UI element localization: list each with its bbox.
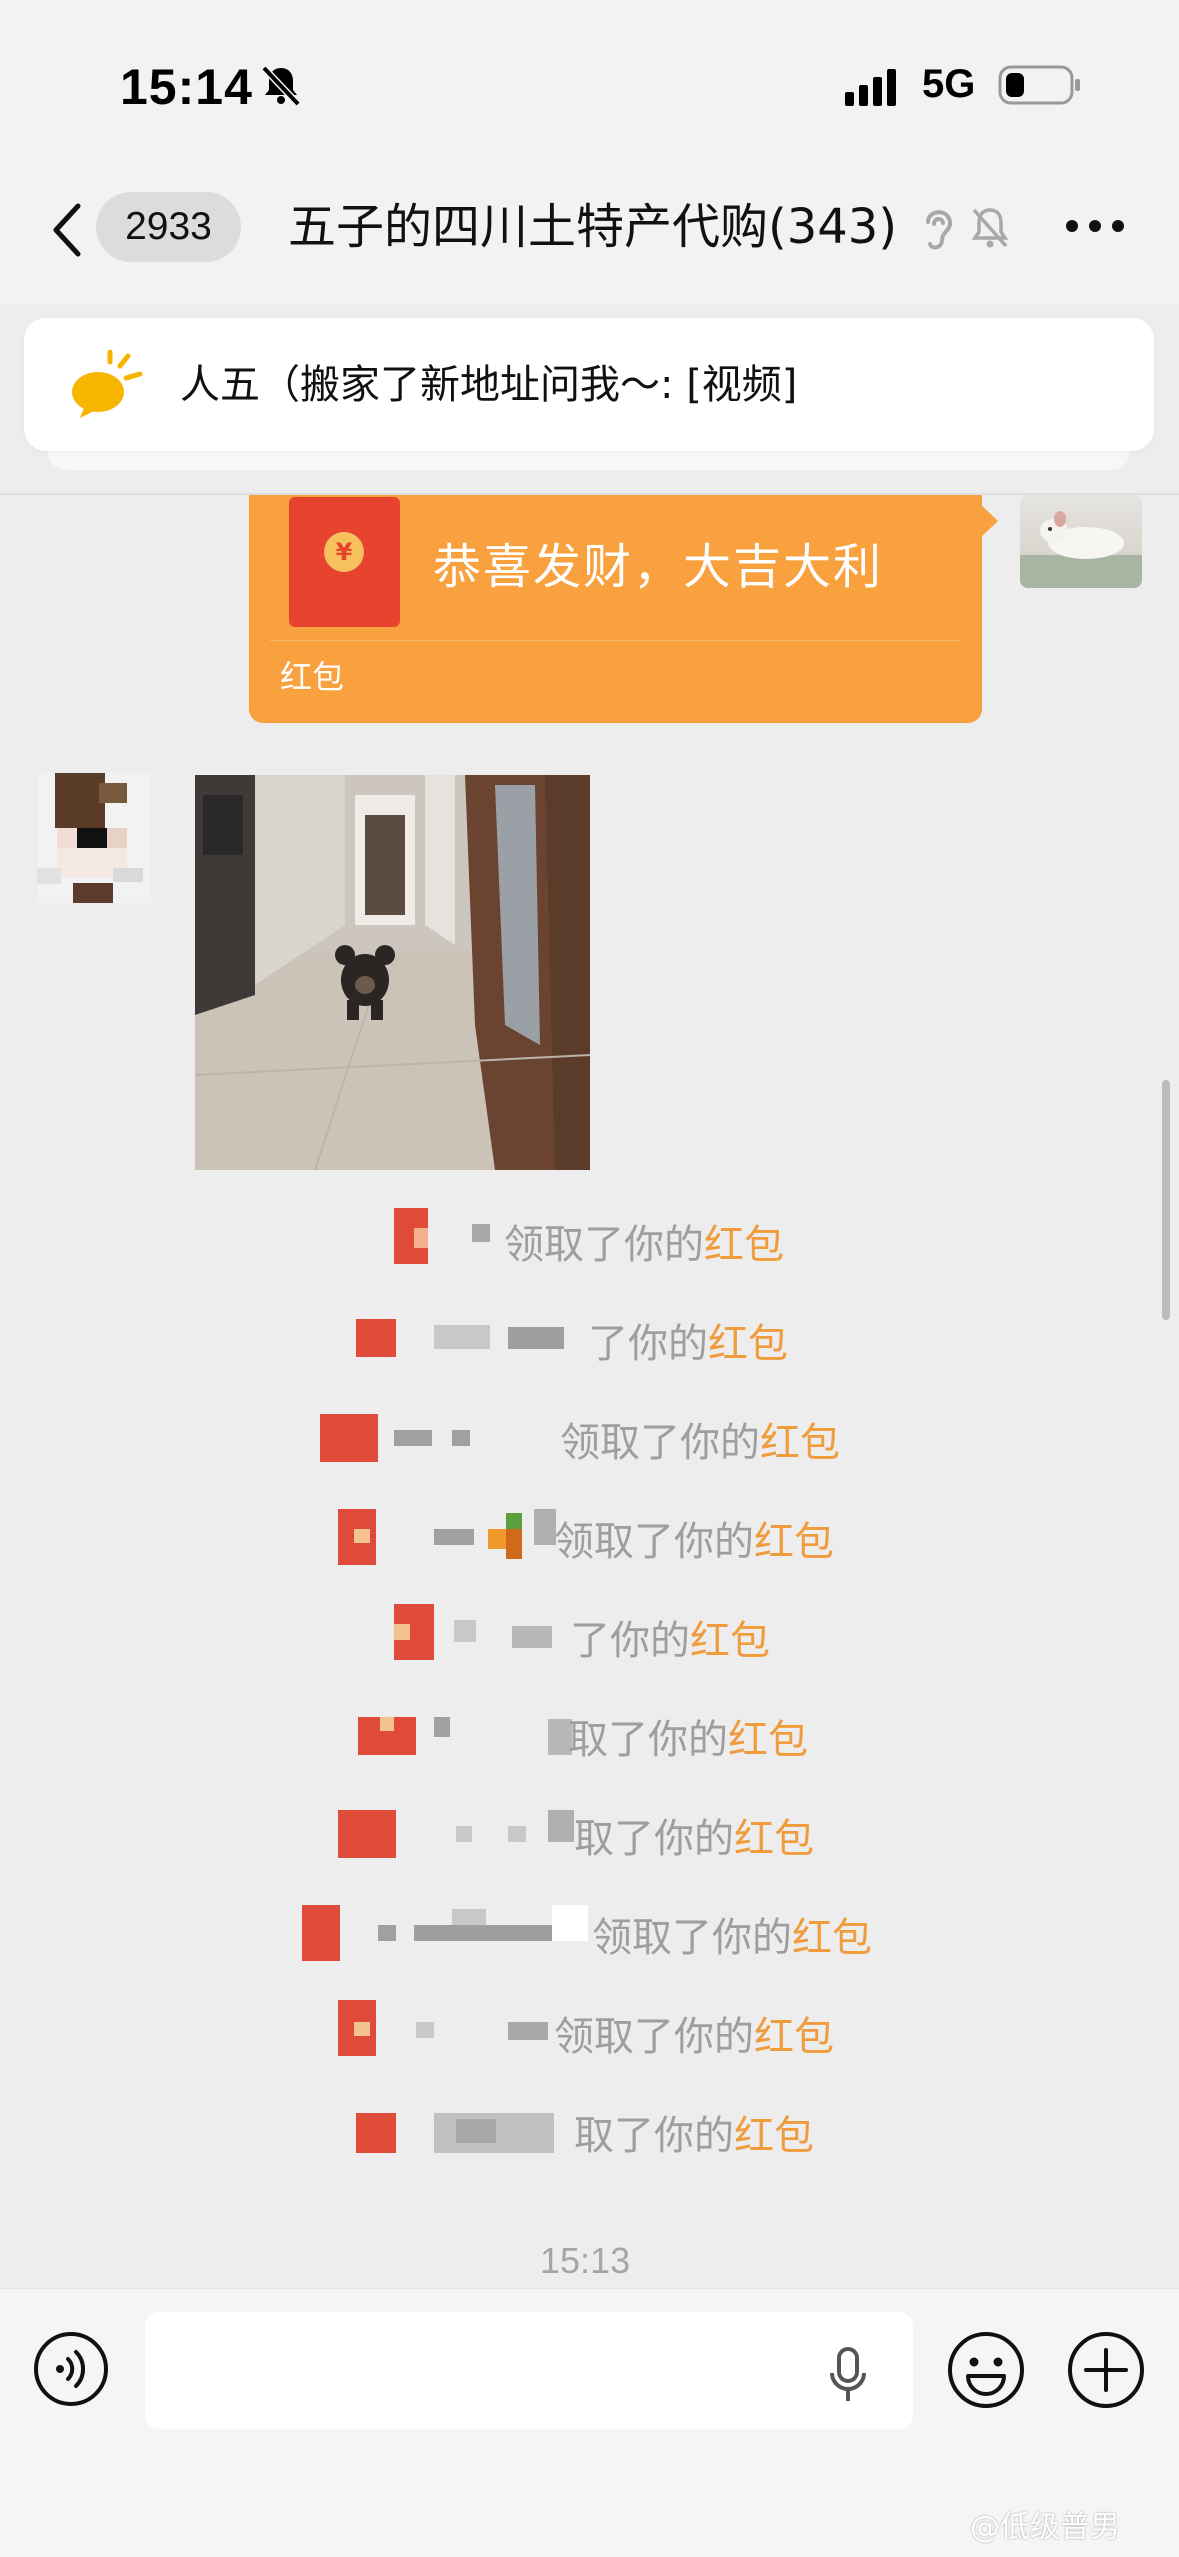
voice-icon[interactable] <box>32 2330 110 2408</box>
system-message-text: 了你的 <box>588 1321 708 1367</box>
system-message-text: 领取了你的 <box>560 1420 760 1466</box>
my-avatar[interactable] <box>1020 495 1142 588</box>
message-timestamp: 15:13 <box>540 2240 631 2281</box>
red-packet-link[interactable]: 红包 <box>690 1618 770 1664</box>
red-packet-link[interactable]: 红包 <box>734 2113 814 2159</box>
red-packet-link[interactable]: 红包 <box>734 1816 814 1862</box>
watermark: @低级普男 <box>970 2510 1120 2545</box>
system-message-text: 取了你的 <box>574 2113 734 2159</box>
coin-icon: ¥ <box>324 532 364 572</box>
network-type: 5G <box>922 62 976 106</box>
status-time: 15:14 <box>120 59 253 115</box>
system-message-text: 领取了你的 <box>554 2014 754 2060</box>
red-packet-link[interactable]: 红包 <box>704 1222 784 1268</box>
chat-title[interactable]: 五子的四川土特产代购(343) <box>288 196 924 258</box>
bubble-tail <box>980 504 998 538</box>
system-message-text: 领取了你的 <box>592 1915 792 1961</box>
video-thumbnail[interactable] <box>195 775 590 1170</box>
red-packet-link[interactable]: 红包 <box>708 1321 788 1367</box>
red-packet-link[interactable]: 红包 <box>760 1420 840 1466</box>
battery-icon <box>998 65 1080 105</box>
add-icon[interactable] <box>1066 2330 1146 2410</box>
signal-icon <box>845 69 896 106</box>
more-icon[interactable] <box>1060 196 1130 256</box>
system-message-text: 领取了你的 <box>504 1222 704 1268</box>
message-input[interactable] <box>145 2312 913 2429</box>
bell-off-icon <box>971 208 1009 248</box>
system-message-text: 领取了你的 <box>554 1519 754 1565</box>
speaker-icon <box>72 350 143 418</box>
emoji-icon[interactable] <box>946 2330 1026 2410</box>
packet-divider <box>270 640 960 641</box>
mic-icon[interactable] <box>828 2345 868 2405</box>
red-packet-link[interactable]: 红包 <box>754 2014 834 2060</box>
red-packet-link[interactable]: 红包 <box>792 1915 872 1961</box>
ear-icon <box>926 210 953 250</box>
notice-text: 人五（搬家了新地址问我～: [视频] <box>180 362 798 408</box>
system-message-text: 了你的 <box>570 1618 690 1664</box>
unread-count-badge[interactable]: 2933 <box>96 192 241 262</box>
system-message-text: 取了你的 <box>574 1816 734 1862</box>
red-packet-link[interactable]: 红包 <box>728 1717 808 1763</box>
system-message-text: 取了你的 <box>568 1717 728 1763</box>
red-packet-label: 红包 <box>280 658 345 696</box>
scrollbar[interactable] <box>1162 1080 1170 1320</box>
red-packet-link[interactable]: 红包 <box>754 1519 834 1565</box>
back-icon[interactable] <box>48 200 84 260</box>
mute-icon <box>261 65 301 107</box>
sender-avatar[interactable] <box>37 773 151 903</box>
red-packet-wish: 恭喜发财，大吉大利 <box>433 539 884 595</box>
